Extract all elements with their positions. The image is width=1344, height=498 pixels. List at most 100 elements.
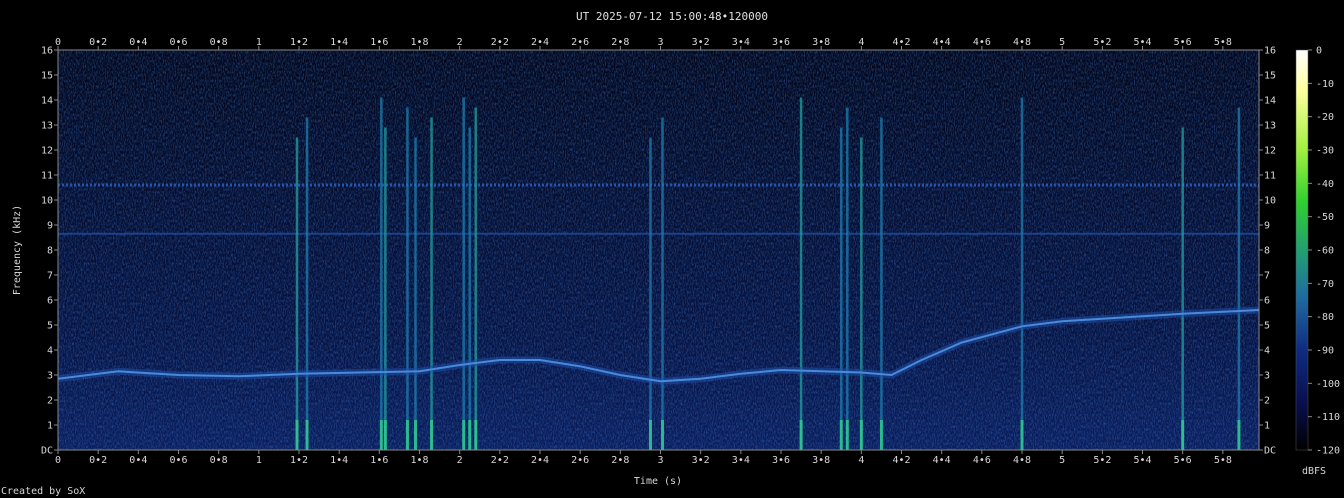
colorbar-tick-label: -60 — [1316, 246, 1334, 257]
x-tick-label-top: 5 — [1059, 37, 1065, 48]
spectrogram-chart: UT 2025-07-12 15:00:48•120000 0 0•2 0•4 0•6… — [12, 10, 1340, 487]
x-tick-label-bottom: 5•2 — [1093, 455, 1111, 466]
colorbar — [1295, 49, 1309, 451]
y-tick-label-right: 1 — [1264, 421, 1270, 432]
x-tick-label-bottom: 2•2 — [491, 455, 509, 466]
y-tick-label-right: 16 — [1264, 46, 1276, 57]
x-tick-label-top: 4•2 — [892, 37, 910, 48]
x-tick-label-top: 0•4 — [129, 37, 147, 48]
x-tick-label-top: 4 — [858, 37, 864, 48]
y-tick-label-left: 1 — [47, 421, 53, 432]
x-tick-label-bottom: 3 — [657, 455, 663, 466]
colorbar-tick-label: 0 — [1316, 46, 1322, 57]
y-tick-label-right: 8 — [1264, 246, 1270, 257]
x-tick-label-top: 1•8 — [410, 37, 428, 48]
x-tick-label-top: 2•4 — [531, 37, 549, 48]
x-tick-label-top: 4•4 — [933, 37, 951, 48]
y-tick-label-right: 5 — [1264, 321, 1270, 332]
x-tick-label-bottom: 0•4 — [129, 455, 147, 466]
y-tick-label-left: 16 — [41, 46, 53, 57]
y-tick-label-left: 2 — [47, 396, 53, 407]
x-tick-label-bottom: 1•6 — [370, 455, 388, 466]
colorbar-tick-label: -120 — [1316, 446, 1340, 457]
x-tick-label-bottom: 1•4 — [330, 455, 348, 466]
y-tick-label-left: 6 — [47, 296, 53, 307]
y-tick-label-right: 11 — [1264, 171, 1276, 182]
x-tick-label-top: 2•8 — [611, 37, 629, 48]
x-tick-label-bottom: 4 — [858, 455, 864, 466]
noise-floor — [58, 50, 1259, 450]
y-tick-label-left: 11 — [41, 171, 53, 182]
x-tick-label-top: 1•2 — [290, 37, 308, 48]
x-axis-label: Time (s) — [634, 476, 682, 487]
x-tick-label-top: 4•6 — [973, 37, 991, 48]
y-tick-label-right: 12 — [1264, 146, 1276, 157]
x-tick-label-top: 5•4 — [1133, 37, 1151, 48]
colorbar-tick-label: -50 — [1316, 212, 1334, 223]
x-tick-label-top: 0 — [55, 37, 61, 48]
x-tick-label-bottom: 2 — [457, 455, 463, 466]
x-tick-label-bottom: 4•2 — [892, 455, 910, 466]
x-tick-label-bottom: 1 — [256, 455, 262, 466]
y-tick-label-left: 9 — [47, 221, 53, 232]
x-tick-label-bottom: 3•2 — [692, 455, 710, 466]
y-tick-label-right: 14 — [1264, 96, 1276, 107]
y-tick-label-left: 4 — [47, 346, 53, 357]
x-tick-label-bottom: 1•2 — [290, 455, 308, 466]
x-tick-label-top: 1 — [256, 37, 262, 48]
x-tick-label-bottom: 3•6 — [772, 455, 790, 466]
colorbar-tick-label: -110 — [1316, 412, 1340, 423]
x-tick-label-bottom: 4•6 — [973, 455, 991, 466]
x-tick-label-top: 3•8 — [812, 37, 830, 48]
colorbar-tick-label: -20 — [1316, 112, 1334, 123]
x-tick-label-top: 3•2 — [692, 37, 710, 48]
y-tick-label-left: 10 — [41, 196, 53, 207]
x-tick-label-bottom: 5•4 — [1133, 455, 1151, 466]
colorbar-tick-label: -80 — [1316, 312, 1334, 323]
colorbar-tick-label: -70 — [1316, 279, 1334, 290]
x-tick-label-top: 0•8 — [210, 37, 228, 48]
y-tick-label-right: DC — [1264, 446, 1276, 457]
y-tick-label-left: 14 — [41, 96, 53, 107]
y-tick-label-left: 8 — [47, 246, 53, 257]
chart-title: UT 2025-07-12 15:00:48•120000 — [576, 10, 768, 23]
x-tick-label-bottom: 5•8 — [1214, 455, 1232, 466]
colorbar-tick-label: -30 — [1316, 146, 1334, 157]
y-tick-label-right: 9 — [1264, 221, 1270, 232]
x-tick-label-top: 2•2 — [491, 37, 509, 48]
plot-area — [58, 50, 1259, 450]
y-tick-label-right: 15 — [1264, 71, 1276, 82]
x-tick-label-top: 2 — [457, 37, 463, 48]
x-tick-label-bottom: 0•2 — [89, 455, 107, 466]
colorbar-label: dBFS — [1302, 466, 1326, 477]
y-tick-label-left: 15 — [41, 71, 53, 82]
x-tick-label-bottom: 4•4 — [933, 455, 951, 466]
x-tick-label-top: 1•4 — [330, 37, 348, 48]
y-tick-label-right: 2 — [1264, 396, 1270, 407]
x-tick-label-bottom: 0 — [55, 455, 61, 466]
x-tick-label-bottom: 0•6 — [169, 455, 187, 466]
x-tick-label-top: 5•2 — [1093, 37, 1111, 48]
y-tick-label-right: 13 — [1264, 121, 1276, 132]
x-tick-label-bottom: 2•6 — [571, 455, 589, 466]
x-tick-label-top: 2•6 — [571, 37, 589, 48]
x-tick-label-bottom: 2•8 — [611, 455, 629, 466]
sox-credit: Created by SoX — [1, 486, 86, 497]
x-tick-label-top: 5•6 — [1174, 37, 1192, 48]
colorbar-tick-label: -40 — [1316, 179, 1334, 190]
x-tick-label-bottom: 4•8 — [1013, 455, 1031, 466]
y-tick-label-right: 4 — [1264, 346, 1270, 357]
x-tick-label-bottom: 3•4 — [732, 455, 750, 466]
x-tick-label-bottom: 0•8 — [210, 455, 228, 466]
colorbar-tick-label: -100 — [1316, 379, 1340, 390]
y-tick-label-left: 3 — [47, 371, 53, 382]
x-tick-label-top: 3 — [657, 37, 663, 48]
x-tick-label-bottom: 5 — [1059, 455, 1065, 466]
y-tick-label-left: 5 — [47, 321, 53, 332]
y-tick-label-left: 12 — [41, 146, 53, 157]
y-tick-label-left: DC — [41, 446, 53, 457]
x-tick-label-bottom: 1•8 — [410, 455, 428, 466]
x-tick-label-top: 5•8 — [1214, 37, 1232, 48]
x-tick-label-top: 0•2 — [89, 37, 107, 48]
x-tick-label-bottom: 2•4 — [531, 455, 549, 466]
